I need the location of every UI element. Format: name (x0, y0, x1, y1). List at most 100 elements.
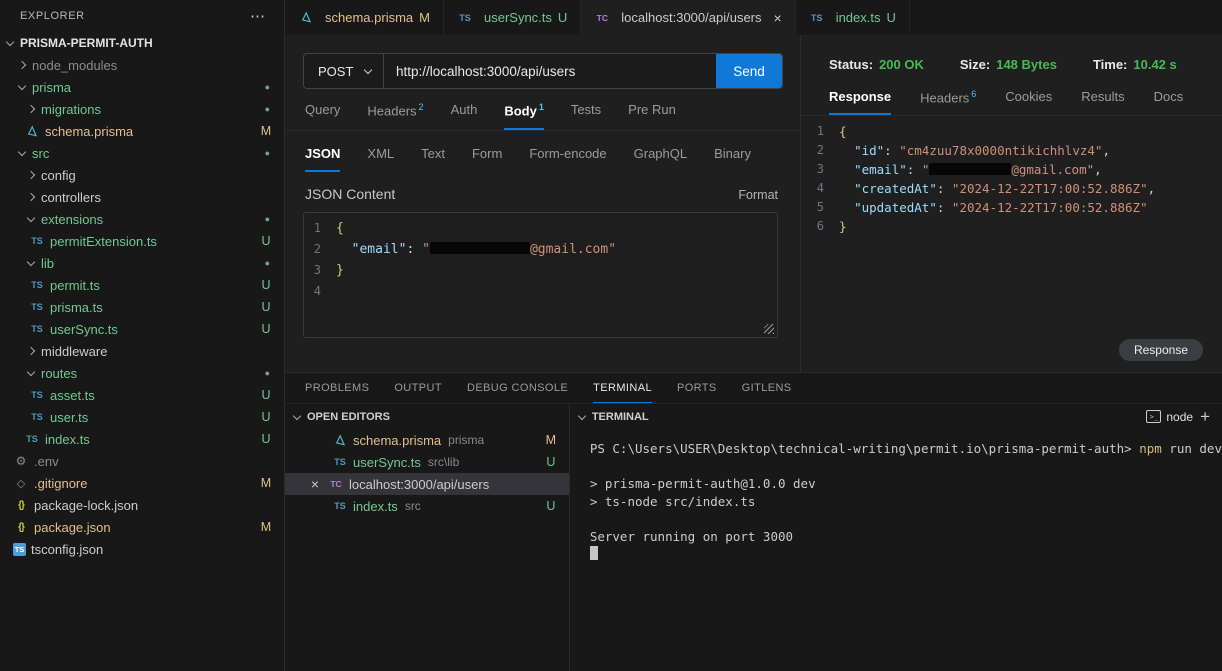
body-tab-xml[interactable]: XML (367, 146, 394, 172)
line-number: 5 (807, 198, 839, 217)
new-terminal-button[interactable]: + (1200, 408, 1210, 425)
tree-item-permit-ts[interactable]: TSpermit.tsU (0, 274, 284, 296)
git-status-badge: U (544, 455, 558, 469)
tree-item-env[interactable]: ⚙.env (0, 450, 284, 472)
tree-item-controllers[interactable]: controllers (0, 186, 284, 208)
tree-item-user-ts[interactable]: TSuser.tsU (0, 406, 284, 428)
editor-tab-index-ts[interactable]: TSindex.tsU (796, 0, 910, 35)
body-tab-json[interactable]: JSON (305, 146, 340, 172)
code-line: 2 "id": "cm4zuu78x0000ntikichhlvz4", (807, 141, 1222, 160)
tree-item-usersync-ts[interactable]: TSuserSync.tsU (0, 318, 284, 340)
shell-selector[interactable]: >_ node (1146, 410, 1193, 424)
tree-item-routes[interactable]: routes● (0, 362, 284, 384)
panel-tab-terminal[interactable]: TERMINAL (593, 373, 652, 403)
send-button[interactable]: Send (716, 54, 782, 88)
chevron-right-icon[interactable] (24, 102, 38, 116)
tree-item-asset-ts[interactable]: TSasset.tsU (0, 384, 284, 406)
chevron-down-icon[interactable] (15, 80, 29, 94)
tree-item-migrations[interactable]: migrations● (0, 98, 284, 120)
bottom-panel: PROBLEMS OUTPUT DEBUG CONSOLE TERMINAL PORTS… (285, 372, 1222, 671)
close-icon[interactable]: × (307, 476, 323, 492)
request-tab-tests[interactable]: Tests (571, 102, 601, 130)
more-actions-icon[interactable]: ⋯ (250, 7, 266, 25)
body-tab-form-encode[interactable]: Form-encode (529, 146, 606, 172)
response-tab-cookies[interactable]: Cookies (1005, 89, 1052, 115)
chevron-down-icon[interactable] (24, 256, 38, 270)
tree-item-prisma[interactable]: prisma● (0, 76, 284, 98)
tab-label: index.ts (836, 10, 881, 25)
editor-tab-bar: schema.prismaMTSuserSync.tsUTClocalhost:… (285, 0, 1222, 35)
body-tab-form[interactable]: Form (472, 146, 502, 172)
response-tab-docs[interactable]: Docs (1154, 89, 1184, 115)
request-tab-auth[interactable]: Auth (451, 102, 478, 130)
open-editors-header[interactable]: OPEN EDITORS (285, 404, 569, 429)
open-editor-usersync-ts[interactable]: TSuserSync.tssrc\libU (285, 451, 569, 473)
open-editor-localhost-3000-api-users[interactable]: ×TClocalhost:3000/api/users (285, 473, 569, 495)
tc-icon: TC (594, 11, 610, 25)
tree-item-gitignore[interactable]: ◇.gitignoreM (0, 472, 284, 494)
open-editor-schema-prisma[interactable]: schema.prismaprismaM (285, 429, 569, 451)
request-tab-query[interactable]: Query (305, 102, 340, 130)
response-floating-button[interactable]: Response (1119, 339, 1203, 361)
body-tab-binary[interactable]: Binary (714, 146, 751, 172)
resize-handle[interactable] (764, 324, 774, 334)
response-tab-results[interactable]: Results (1081, 89, 1124, 115)
code-text: { (839, 122, 847, 141)
panel-tab-output[interactable]: OUTPUT (394, 373, 442, 403)
body-tab-text[interactable]: Text (421, 146, 445, 172)
chevron-right-icon[interactable] (24, 344, 38, 358)
chevron-down-icon[interactable] (24, 366, 38, 380)
panel-tab-debug-console[interactable]: DEBUG CONSOLE (467, 373, 568, 403)
close-icon[interactable]: × (774, 10, 782, 26)
editor-tab-usersync-ts[interactable]: TSuserSync.tsU (444, 0, 581, 35)
panel-tab-problems[interactable]: PROBLEMS (305, 373, 369, 403)
panel-tab-ports[interactable]: PORTS (677, 373, 717, 403)
git-status-badge: M (544, 433, 558, 447)
url-input[interactable] (384, 54, 716, 88)
explorer-root-folder[interactable]: PRISMA-PERMIT-AUTH (0, 32, 284, 54)
request-tab-pre-run[interactable]: Pre Run (628, 102, 676, 130)
request-body-editor[interactable]: 1{2 "email": "@gmail.com"3}4 (303, 212, 778, 338)
chevron-right-icon[interactable] (24, 190, 38, 204)
tree-item-permitextension-ts[interactable]: TSpermitExtension.tsU (0, 230, 284, 252)
chevron-right-icon[interactable] (15, 58, 29, 72)
tree-item-index-ts[interactable]: TSindex.tsU (0, 428, 284, 450)
request-tab-headers[interactable]: Headers2 (367, 102, 423, 130)
git-status-badge: M (259, 124, 273, 138)
body-tab-graphql[interactable]: GraphQL (634, 146, 687, 172)
panel-tab-gitlens[interactable]: GITLENS (742, 373, 792, 403)
request-tabs: Query Headers2 Auth Body1 Tests Pre Run (285, 102, 800, 131)
method-select[interactable]: POST (304, 54, 384, 88)
response-tab-headers[interactable]: Headers6 (920, 89, 976, 115)
open-editor-label: schema.prisma (353, 433, 441, 448)
tree-item-tsconfig-json[interactable]: TStsconfig.json (0, 538, 284, 560)
tree-item-label: .gitignore (34, 476, 87, 491)
chevron-down-icon[interactable] (15, 146, 29, 160)
tree-item-label: migrations (41, 102, 101, 117)
request-tab-body[interactable]: Body1 (504, 102, 544, 130)
tree-item-src[interactable]: src● (0, 142, 284, 164)
tree-item-schema-prisma[interactable]: schema.prismaM (0, 120, 284, 142)
tree-item-lib[interactable]: lib● (0, 252, 284, 274)
terminal-title-row[interactable]: TERMINAL (575, 410, 649, 424)
editor-tab-localhost-3000-api-users[interactable]: TClocalhost:3000/api/users× (581, 0, 795, 35)
tree-item-extensions[interactable]: extensions● (0, 208, 284, 230)
tree-item-label: controllers (41, 190, 101, 205)
tree-item-prisma-ts[interactable]: TSprisma.tsU (0, 296, 284, 318)
tree-item-middleware[interactable]: middleware (0, 340, 284, 362)
ts-icon: TS (29, 388, 45, 402)
format-link[interactable]: Format (738, 188, 778, 202)
editor-tab-schema-prisma[interactable]: schema.prismaM (285, 0, 444, 35)
tree-item-node-modules[interactable]: node_modules (0, 54, 284, 76)
tree-item-config[interactable]: config (0, 164, 284, 186)
chevron-right-icon[interactable] (24, 168, 38, 182)
request-tab-label: Tests (571, 102, 601, 117)
chevron-down-icon[interactable] (24, 212, 38, 226)
tree-item-package-lock-json[interactable]: {}package-lock.json (0, 494, 284, 516)
tree-item-package-json[interactable]: {}package.jsonM (0, 516, 284, 538)
response-tab-response[interactable]: Response (829, 89, 891, 115)
open-editor-index-ts[interactable]: TSindex.tssrcU (285, 495, 569, 517)
panel-tab-label: GITLENS (742, 382, 792, 394)
terminal-output[interactable]: PS C:\Users\USER\Desktop\technical-writi… (570, 429, 1222, 563)
panel-tabs: PROBLEMS OUTPUT DEBUG CONSOLE TERMINAL PORTS… (285, 373, 1222, 403)
